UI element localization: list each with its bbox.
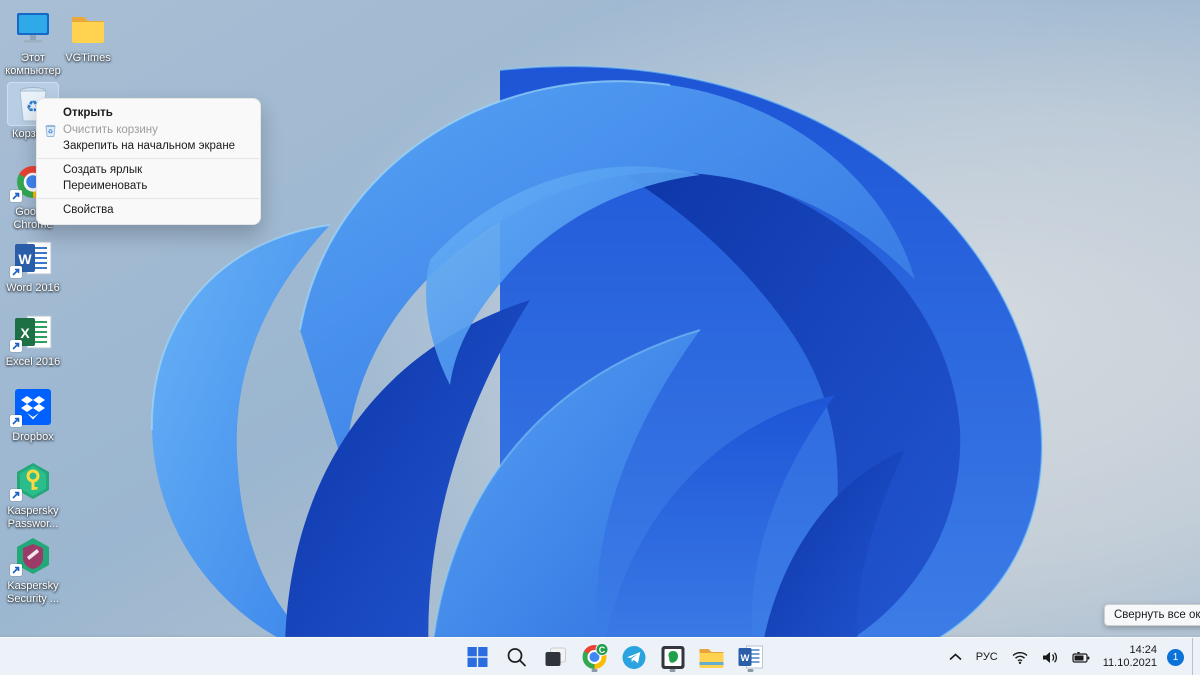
chrome-taskbar-button[interactable]: C — [578, 641, 612, 673]
menu-item-label: Свойства — [63, 203, 114, 216]
kaspersky-security-icon — [7, 534, 59, 578]
start-button[interactable] — [461, 641, 495, 673]
taskbar-app-buttons: C W — [461, 638, 768, 675]
system-tray: РУС 14:24 11.10.2021 1 — [944, 638, 1200, 675]
desktop-icon-label: Word 2016 — [6, 282, 60, 294]
word-icon: W — [7, 236, 59, 280]
svg-text:X: X — [20, 325, 30, 341]
menu-item-create-shortcut[interactable]: Создать ярлык — [37, 162, 260, 179]
svg-text:W: W — [741, 653, 750, 664]
desktop-icon-kaspersky-security[interactable]: Kaspersky Security ... — [0, 534, 66, 606]
task-view-icon — [545, 647, 566, 666]
desktop-icon-excel-2016[interactable]: X Excel 2016 — [0, 310, 66, 369]
speaker-icon — [1042, 651, 1057, 663]
menu-item-properties[interactable]: Свойства — [37, 202, 260, 219]
desktop-icon-label: Kaspersky Security ... — [7, 580, 59, 605]
context-menu: Открыть ♻ Очистить корзину Закрепить на … — [36, 98, 261, 225]
taskbar: C W РУС 14:24 11.10.2021 1 — [0, 637, 1200, 675]
menu-item-label: Очистить корзину — [63, 123, 158, 136]
file-explorer-taskbar-button[interactable] — [695, 641, 729, 673]
shortcut-arrow-icon — [10, 340, 22, 352]
evernote-icon — [661, 645, 684, 669]
search-icon — [507, 648, 526, 667]
svg-text:W: W — [18, 251, 32, 267]
shortcut-arrow-icon — [10, 190, 22, 202]
desktop-icon-label: Dropbox — [12, 431, 54, 443]
word-icon: W — [738, 645, 763, 669]
menu-item-label: Закрепить на начальном экране — [63, 140, 236, 153]
running-indicator — [591, 669, 598, 672]
running-indicator — [669, 669, 676, 672]
desktop-icon-word-2016[interactable]: W Word 2016 — [0, 236, 66, 295]
chrome-icon: C — [582, 643, 609, 669]
running-indicator — [747, 669, 754, 672]
windows-logo-icon — [467, 647, 488, 667]
battery-charging-icon — [1072, 651, 1090, 663]
show-desktop-tooltip: Свернуть все окна — [1104, 604, 1200, 626]
telegram-icon — [622, 645, 645, 669]
telegram-taskbar-button[interactable] — [617, 641, 651, 673]
this-pc-icon — [7, 6, 59, 50]
desktop-icon-label: Kaspersky Passwor... — [7, 505, 59, 530]
shortcut-arrow-icon — [10, 415, 22, 427]
desktop-icon-label: Excel 2016 — [5, 356, 61, 368]
shortcut-arrow-icon — [10, 564, 22, 576]
shortcut-arrow-icon — [10, 266, 22, 278]
desktop-icon-kaspersky-password[interactable]: Kaspersky Passwor... — [0, 459, 66, 531]
clock[interactable]: 14:24 11.10.2021 — [1099, 644, 1161, 670]
menu-item-empty-recycle-bin: ♻ Очистить корзину — [37, 122, 260, 139]
search-button[interactable] — [500, 641, 534, 673]
empty-recycle-bin-icon: ♻ — [44, 124, 57, 137]
menu-item-label: Переименовать — [63, 180, 148, 193]
desktop-icon-vgtimes[interactable]: VGTimes — [55, 6, 121, 65]
task-view-button[interactable] — [539, 641, 573, 673]
desktop-icon-dropbox[interactable]: Dropbox — [0, 385, 66, 444]
menu-separator — [38, 157, 259, 159]
word-taskbar-button[interactable]: W — [734, 641, 768, 673]
svg-text:♻: ♻ — [48, 128, 53, 135]
chevron-up-icon — [949, 653, 962, 661]
battery-button[interactable] — [1067, 642, 1095, 672]
menu-item-rename[interactable]: Переименовать — [37, 178, 260, 195]
tray-time: 14:24 — [1129, 644, 1157, 656]
menu-separator — [38, 197, 259, 199]
notification-badge[interactable]: 1 — [1167, 648, 1184, 666]
network-button[interactable] — [1007, 642, 1033, 672]
volume-button[interactable] — [1037, 642, 1063, 672]
menu-item-open[interactable]: Открыть — [37, 105, 260, 122]
file-explorer-icon — [699, 649, 724, 668]
evernote-taskbar-button[interactable] — [656, 641, 690, 673]
menu-item-label: Создать ярлык — [63, 163, 143, 176]
wifi-icon — [1012, 651, 1028, 664]
folder-icon — [62, 6, 114, 50]
shortcut-arrow-icon — [10, 489, 22, 501]
excel-icon: X — [7, 310, 59, 354]
desktop-icon-label: VGTimes — [65, 52, 111, 64]
menu-item-label: Открыть — [63, 107, 113, 120]
tray-overflow-button[interactable] — [944, 642, 967, 672]
show-desktop-button[interactable] — [1192, 638, 1197, 675]
kaspersky-password-icon — [7, 459, 59, 503]
tray-date: 11.10.2021 — [1102, 657, 1157, 669]
menu-item-pin-to-start[interactable]: Закрепить на начальном экране — [37, 138, 260, 155]
chrome-profile-badge: C — [595, 643, 609, 656]
dropbox-icon — [7, 385, 59, 429]
language-indicator[interactable]: РУС — [971, 642, 1003, 672]
